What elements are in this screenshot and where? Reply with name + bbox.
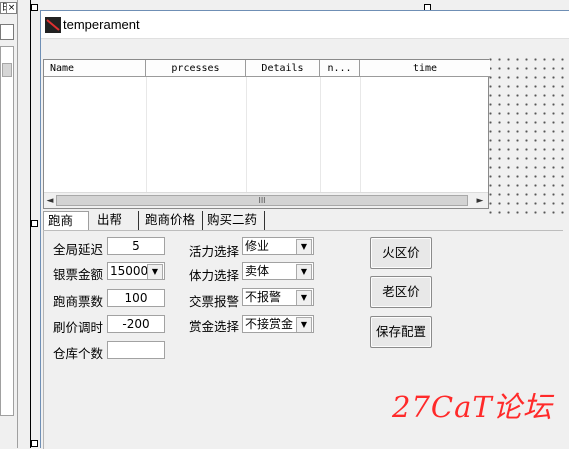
label-warehouse-count: 仓库个数 (53, 346, 104, 361)
bounty-value: 不接赏金 (245, 317, 294, 331)
resize-handle-left[interactable] (31, 220, 38, 227)
chevron-down-icon[interactable]: ▼ (147, 264, 163, 279)
scroll-right-icon[interactable]: ► (474, 195, 486, 207)
column-divider (246, 77, 247, 192)
tab-buy-medicine[interactable]: 购买二药 (203, 211, 265, 230)
stamina-value: 卖体 (245, 264, 270, 278)
listview-header: Name prcesses Details n... time (44, 60, 490, 77)
horizontal-scrollbar[interactable]: ◄ III ► (44, 192, 488, 208)
old-zone-price-button[interactable]: 老区价 (370, 276, 432, 308)
column-header-time[interactable]: time (360, 60, 490, 77)
column-divider (360, 77, 361, 192)
label-bounty: 赏金选择 (189, 319, 240, 334)
window-title: temperament (63, 17, 140, 32)
global-delay-input[interactable]: 5 (107, 237, 165, 255)
watermark-text: 27CaT论坛 (392, 390, 553, 424)
label-ticket-count: 跑商票数 (53, 294, 104, 309)
silver-amount-select[interactable]: 150000 ▼ (107, 262, 165, 280)
chevron-down-icon[interactable]: ▼ (296, 290, 312, 305)
tab-paoshang-price[interactable]: 跑商价格 (141, 211, 203, 230)
label-price-adjust: 刷价调时 (53, 320, 104, 335)
warehouse-count-input[interactable] (107, 341, 165, 359)
title-bar[interactable]: temperament (41, 11, 569, 39)
chevron-down-icon[interactable]: ▼ (296, 264, 312, 279)
scroll-left-icon[interactable]: ◄ (44, 195, 56, 207)
tab-chubang[interactable]: 出帮 (93, 211, 139, 230)
label-silver-amount: 银票金额 (53, 267, 104, 282)
fire-zone-price-button[interactable]: 火区价 (370, 237, 432, 269)
save-config-button[interactable]: 保存配置 (370, 316, 432, 348)
ticket-count-input[interactable]: 100 (107, 289, 165, 307)
form-window: temperament Name prcesses Details n... t… (40, 10, 569, 449)
panel-combo[interactable] (0, 24, 14, 40)
resize-handle-tl[interactable] (31, 4, 38, 11)
column-divider (320, 77, 321, 192)
price-adjust-input[interactable]: -200 (107, 315, 165, 333)
column-header-prcesses[interactable]: prcesses (146, 60, 246, 77)
designer-left-panel: 日 × (0, 0, 18, 448)
ticket-alarm-value: 不报警 (245, 290, 282, 304)
column-header-n[interactable]: n... (320, 60, 360, 77)
ticket-alarm-select[interactable]: 不报警 ▼ (242, 288, 314, 306)
process-listview[interactable]: Name prcesses Details n... time ◄ III ► (43, 59, 490, 209)
bounty-select[interactable]: 不接赏金 ▼ (242, 315, 314, 333)
chevron-down-icon[interactable]: ▼ (296, 317, 312, 332)
label-global-delay: 全局延迟 (53, 242, 104, 257)
tab-underline (43, 230, 563, 231)
stamina-select[interactable]: 卖体 ▼ (242, 262, 314, 280)
column-header-details[interactable]: Details (246, 60, 320, 77)
scroll-thumb[interactable]: III (56, 195, 468, 206)
panel-scroll-thumb[interactable] (2, 63, 12, 77)
vitality-select[interactable]: 修业 ▼ (242, 237, 314, 255)
chevron-down-icon[interactable]: ▼ (296, 239, 312, 254)
label-stamina: 体力选择 (189, 268, 240, 283)
tab-page-border (43, 231, 44, 449)
design-grid (486, 55, 569, 215)
tab-paoshang[interactable]: 跑商 (43, 211, 89, 230)
app-icon (45, 17, 61, 33)
panel-close-icon[interactable]: × (6, 2, 17, 14)
vitality-value: 修业 (245, 239, 270, 253)
tab-strip: 跑商 出帮 跑商价格 购买二药 (43, 211, 489, 231)
label-ticket-alarm: 交票报警 (189, 294, 240, 309)
panel-property-list[interactable] (0, 46, 14, 416)
label-vitality: 活力选择 (189, 244, 240, 259)
column-divider (146, 77, 147, 192)
resize-handle-bl[interactable] (31, 440, 38, 447)
column-header-name[interactable]: Name (44, 60, 146, 77)
